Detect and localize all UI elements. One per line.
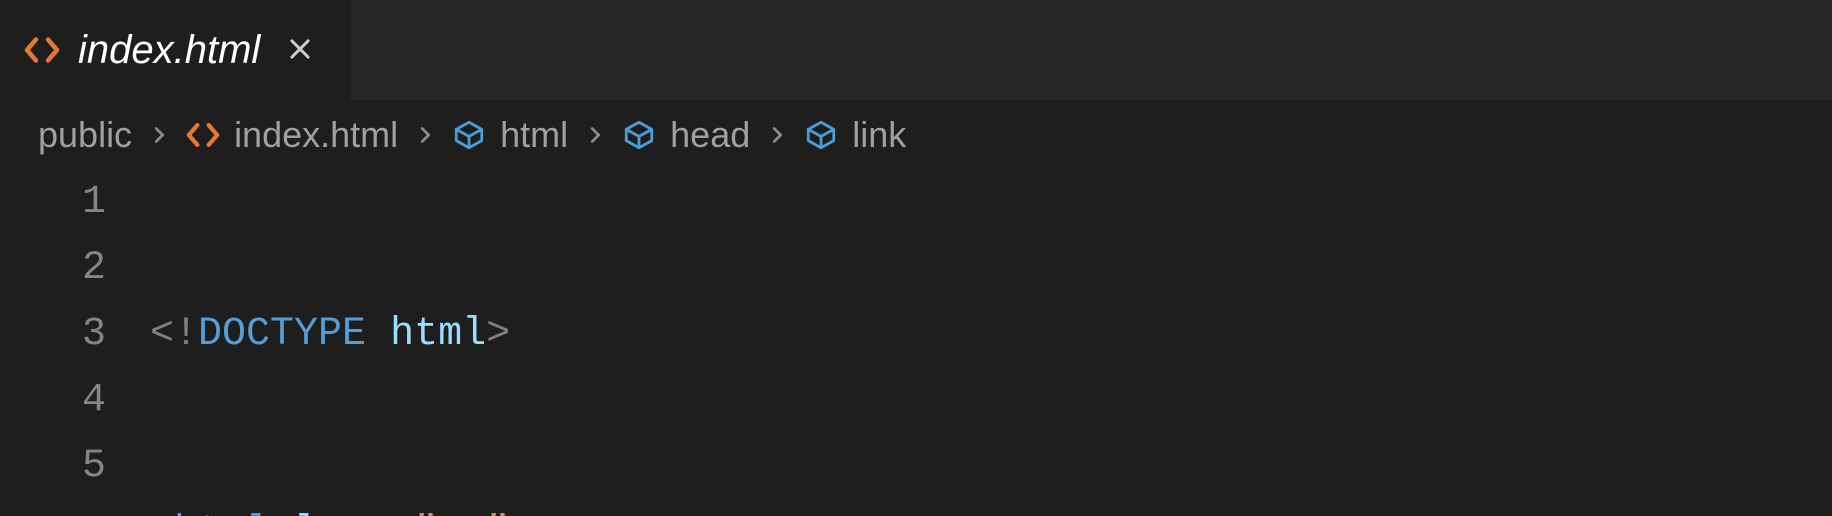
tok: <! [150, 312, 198, 357]
symbol-cube-icon [804, 118, 838, 152]
tok: lang [294, 510, 390, 516]
breadcrumb-label: public [38, 114, 132, 156]
chevron-right-icon [766, 124, 788, 146]
tok: DOCTYPE [198, 312, 366, 357]
breadcrumb-item-public[interactable]: public [38, 114, 132, 156]
tok: = [390, 510, 414, 516]
code-line[interactable]: <!DOCTYPE html> [150, 302, 1832, 368]
breadcrumb: public index.html html head [0, 100, 1832, 170]
tab-bar: index.html [0, 0, 1832, 100]
close-icon[interactable] [278, 26, 322, 74]
tab-index-html[interactable]: index.html [0, 0, 350, 100]
tok: > [486, 312, 510, 357]
symbol-cube-icon [622, 118, 656, 152]
breadcrumb-label: link [852, 114, 906, 156]
breadcrumb-item-head[interactable]: head [622, 114, 750, 156]
html-file-icon [24, 32, 60, 68]
code-editor[interactable]: 1 2 3 4 5 <!DOCTYPE html> <html lang="en… [0, 170, 1832, 516]
tok: html [174, 510, 270, 516]
tok: " [486, 510, 510, 516]
breadcrumb-item-index-html[interactable]: index.html [186, 114, 398, 156]
code-content[interactable]: <!DOCTYPE html> <html lang="en"> <head> … [150, 170, 1832, 516]
line-number: 2 [0, 236, 106, 302]
line-number: 1 [0, 170, 106, 236]
chevron-right-icon [414, 124, 436, 146]
breadcrumb-label: html [500, 114, 568, 156]
symbol-cube-icon [452, 118, 486, 152]
line-number: 4 [0, 368, 106, 434]
tok: " [414, 510, 438, 516]
breadcrumb-label: index.html [234, 114, 398, 156]
line-number-gutter: 1 2 3 4 5 [0, 170, 150, 516]
tok: en [438, 510, 486, 516]
tok: < [150, 510, 174, 516]
breadcrumb-item-html[interactable]: html [452, 114, 568, 156]
breadcrumb-item-link[interactable]: link [804, 114, 906, 156]
line-number: 3 [0, 302, 106, 368]
chevron-right-icon [148, 124, 170, 146]
tok: html [390, 312, 486, 357]
code-line[interactable]: <html lang="en"> [150, 500, 1832, 516]
chevron-right-icon [584, 124, 606, 146]
tok [366, 312, 390, 357]
html-file-icon [186, 118, 220, 152]
tok [270, 510, 294, 516]
tab-label: index.html [78, 28, 260, 73]
tok: > [510, 510, 534, 516]
line-number: 5 [0, 434, 106, 500]
breadcrumb-label: head [670, 114, 750, 156]
